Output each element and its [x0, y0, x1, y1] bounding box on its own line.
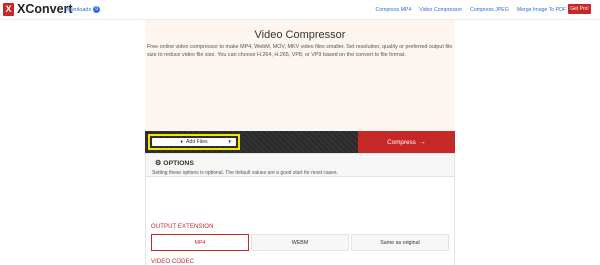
options-title-label: OPTIONS [163, 159, 194, 167]
chevron-down-icon[interactable]: ▼ [228, 138, 232, 146]
nav-link-compress-jpeg[interactable]: Compress JPEG [470, 7, 509, 13]
arrow-right-icon: → [418, 138, 426, 146]
page-title: Video Compressor [254, 29, 346, 41]
options-title: ⚙ OPTIONS [155, 159, 194, 168]
add-files-highlight: ♦ Add Files ▼ [148, 134, 240, 150]
page-description: Free online video compressor to make MP4… [147, 44, 453, 58]
extension-option-same-as-original[interactable]: Same as original [351, 234, 449, 251]
output-extension-label: OUTPUT EXTENSION [151, 224, 214, 230]
compress-label: Compress [387, 138, 416, 146]
downloads-label: Downloads [64, 6, 92, 13]
logo[interactable]: X XConvert [3, 3, 73, 16]
nav-link-compress-mp4[interactable]: Compress MP4 [376, 7, 412, 13]
get-pro-button[interactable]: Get Pro! [568, 4, 591, 14]
top-navbar: X XConvert Downloads 0 Compress MP4 Vide… [0, 0, 600, 20]
nav-link-video-compressor[interactable]: Video Compressor [419, 7, 462, 13]
extension-option-webm[interactable]: WEBM [251, 234, 349, 251]
nav-links: Compress MP4 Video Compressor Compress J… [368, 7, 566, 13]
downloads-link[interactable]: Downloads 0 [64, 6, 101, 13]
options-header: ⚙ OPTIONS Setting these options is optio… [145, 153, 455, 177]
gear-icon: ⚙ [155, 160, 162, 167]
output-extension-options: MP4 WEBM Same as original [151, 234, 449, 251]
action-bar: ♦ Add Files ▼ Compress → [145, 131, 455, 153]
file-add-icon: ♦ [180, 139, 183, 145]
downloads-count-badge: 0 [93, 6, 101, 13]
drop-zone[interactable]: ♦ Add Files ▼ [145, 131, 358, 153]
nav-link-merge-image-to-pdf[interactable]: Merge Image To PDF [517, 7, 566, 13]
hero-panel: Video Compressor Free online video compr… [145, 20, 455, 131]
options-body [145, 177, 455, 265]
add-files-label: Add Files [185, 139, 208, 145]
options-note: Setting these options is optional. The d… [152, 170, 338, 176]
extension-option-mp4[interactable]: MP4 [151, 234, 249, 251]
add-files-button[interactable]: ♦ Add Files ▼ [152, 138, 236, 146]
compress-button[interactable]: Compress → [358, 131, 455, 153]
video-codec-label: VIDEO CODEC [151, 259, 195, 265]
logo-mark: X [3, 3, 14, 16]
